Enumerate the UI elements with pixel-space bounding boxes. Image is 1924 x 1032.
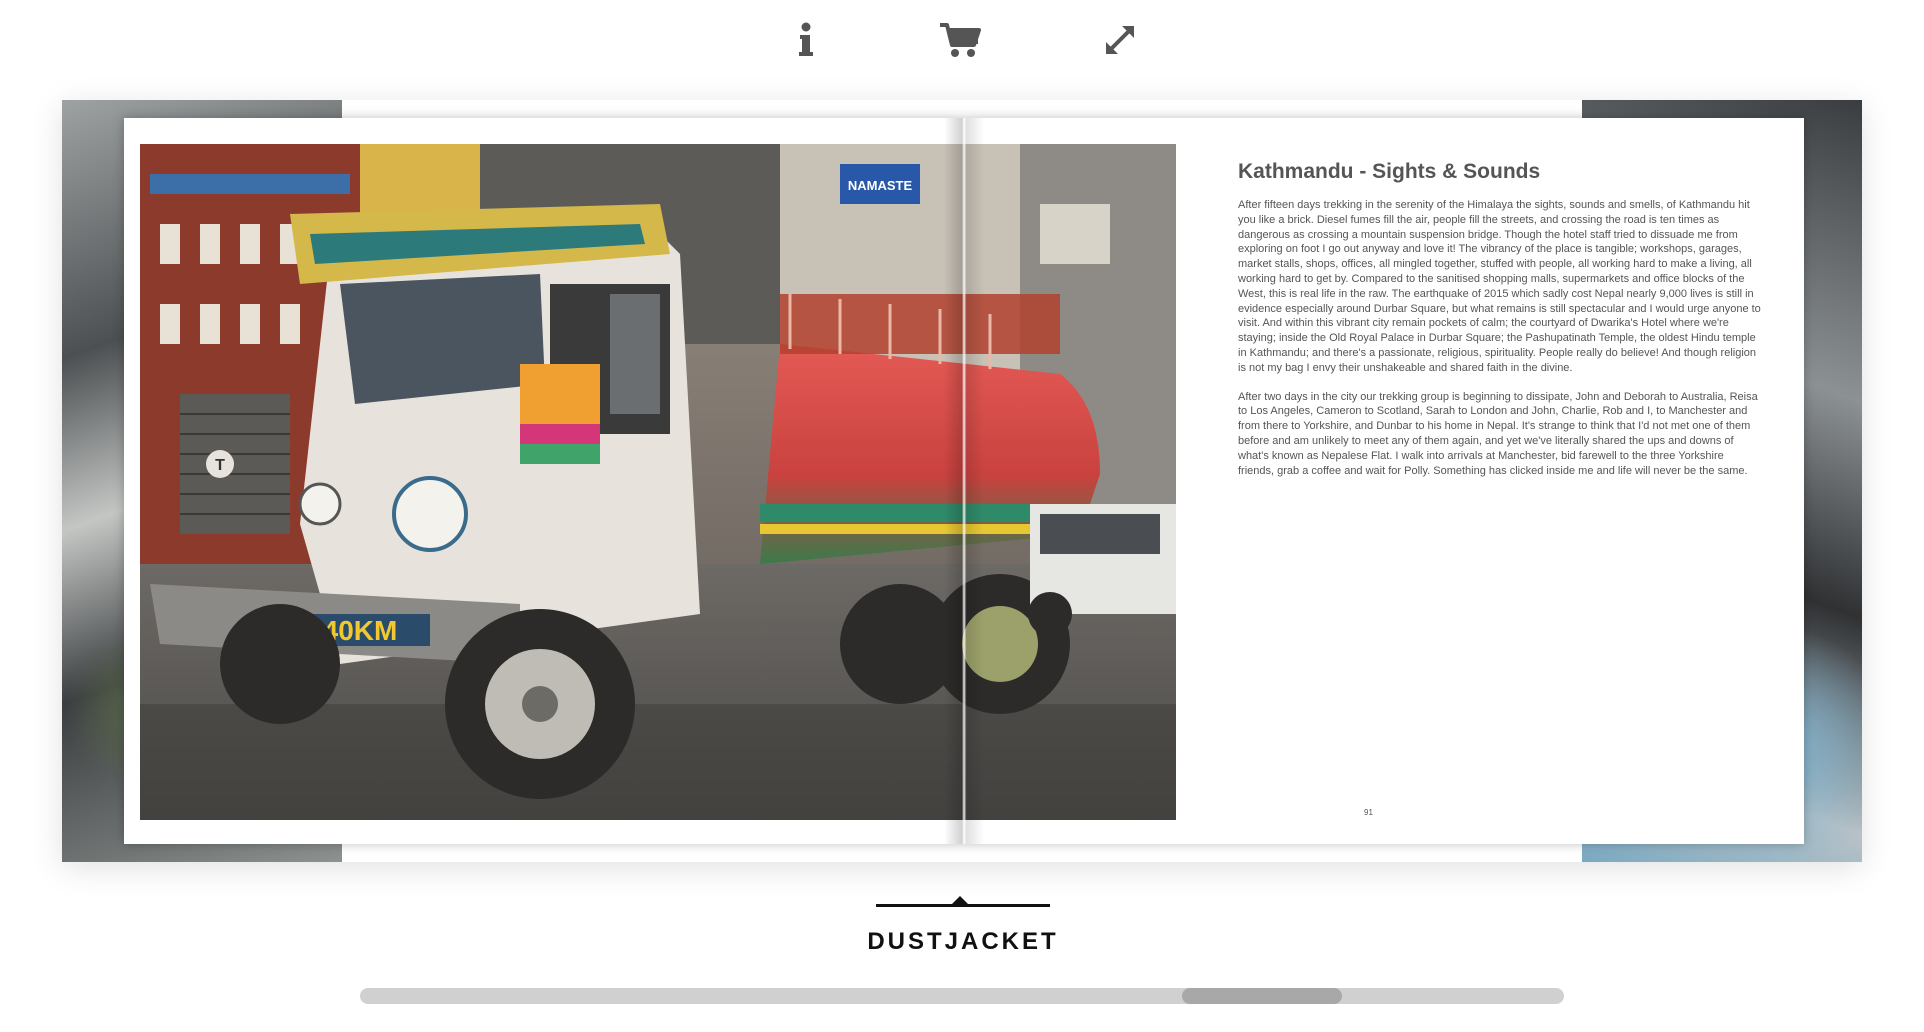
- expand-icon: [1102, 22, 1138, 58]
- fullscreen-button[interactable]: [1090, 10, 1150, 70]
- page-title: Kathmandu - Sights & Sounds: [1238, 160, 1541, 183]
- info-button[interactable]: [776, 10, 836, 70]
- right-page-text: Kathmandu - Sights & Sounds After fiftee…: [1238, 160, 1762, 492]
- cart-button[interactable]: [930, 10, 990, 70]
- page-number: 91: [1364, 808, 1373, 817]
- book-viewer: NAMASTE T 40KM Kathmandu - Sights & Soun…: [62, 100, 1862, 862]
- info-icon: [796, 22, 816, 58]
- section-indicator-arrow: [952, 896, 968, 904]
- paragraph-1: After fifteen days trekking in the seren…: [1238, 199, 1761, 374]
- book-spread[interactable]: NAMASTE T 40KM Kathmandu - Sights & Soun…: [124, 118, 1804, 844]
- paragraph-2: After two days in the city our trekking …: [1238, 390, 1758, 477]
- section-label[interactable]: DUSTJACKET: [800, 928, 1126, 956]
- cart-icon: [938, 21, 982, 59]
- shop-sign-text: NAMASTE: [848, 178, 913, 193]
- tata-logo: T: [215, 457, 225, 474]
- section-indicator-line: [876, 904, 1050, 907]
- truck-photo: NAMASTE T 40KM: [140, 144, 1176, 820]
- viewer-toolbar: [0, 0, 1924, 80]
- scrollbar-thumb[interactable]: [1182, 988, 1342, 1004]
- page-scrollbar[interactable]: [360, 988, 1564, 1004]
